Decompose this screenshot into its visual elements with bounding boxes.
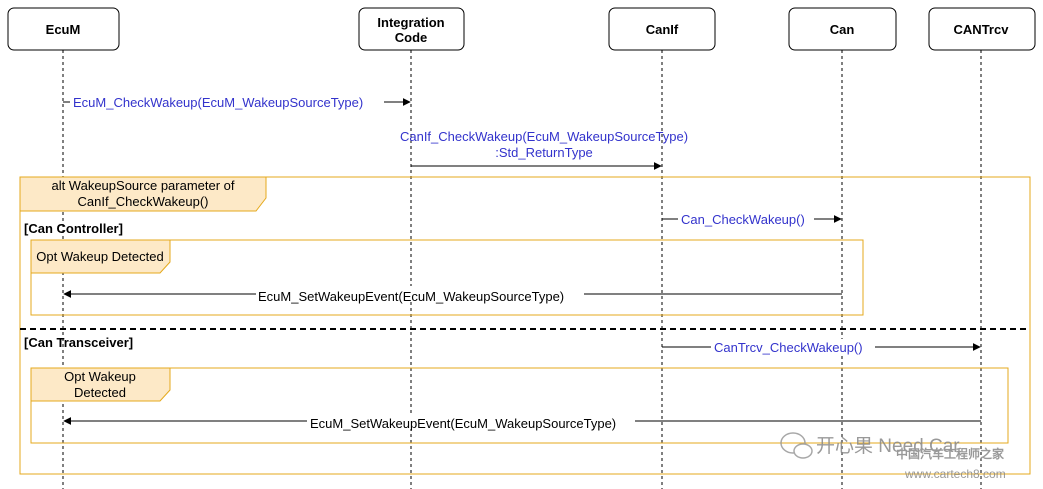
svg-text:Integration: Integration	[377, 15, 444, 30]
opt-frame-2: Opt Wakeup Detected	[30, 367, 1009, 444]
watermark-cn: 中国汽车工程师之家	[896, 446, 1005, 461]
svg-text:CANTrcv: CANTrcv	[954, 22, 1010, 37]
participant-ecum: EcuM	[7, 7, 120, 51]
svg-text:EcuM_SetWakeupEvent(EcuM_Wakeu: EcuM_SetWakeupEvent(EcuM_WakeupSourceTyp…	[258, 289, 564, 304]
alt-frame-label-2: CanIf_CheckWakeup()	[77, 194, 208, 209]
alt-frame-label: alt WakeupSource parameter of	[51, 178, 234, 193]
participant-can: Can	[788, 7, 897, 51]
svg-text:CanIf_CheckWakeup(EcuM_WakeupS: CanIf_CheckWakeup(EcuM_WakeupSourceType)	[400, 129, 688, 144]
sequence-diagram: EcuM Integration Code CanIf Can CANTrcv …	[7, 7, 1036, 489]
message-ecum-setwakeupevent-1: EcuM_SetWakeupEvent(EcuM_WakeupSourceTyp…	[63, 286, 842, 304]
wechat-icon	[780, 432, 813, 459]
svg-text:Detected: Detected	[74, 385, 126, 400]
message-ecum-checkwakeup: EcuM_CheckWakeup(EcuM_WakeupSourceType)	[63, 94, 411, 110]
svg-text:Opt Wakeup Detected: Opt Wakeup Detected	[36, 249, 163, 264]
svg-text:Can_CheckWakeup(): Can_CheckWakeup()	[681, 212, 805, 227]
guard-can-controller: [Can Controller]	[24, 221, 123, 236]
svg-text:EcuM: EcuM	[46, 22, 81, 37]
message-canif-checkwakeup: CanIf_CheckWakeup(EcuM_WakeupSourceType)…	[400, 129, 688, 170]
svg-text:Opt Wakeup: Opt Wakeup	[64, 369, 136, 384]
svg-text:CanTrcv_CheckWakeup(): CanTrcv_CheckWakeup()	[714, 340, 863, 355]
watermark-url: www.cartech8.com	[904, 467, 1006, 481]
participant-integration-code: Integration Code	[358, 7, 465, 51]
svg-text:EcuM_CheckWakeup(EcuM_WakeupSo: EcuM_CheckWakeup(EcuM_WakeupSourceType)	[73, 95, 363, 110]
svg-text:CanIf: CanIf	[646, 22, 679, 37]
svg-text:Code: Code	[395, 30, 428, 45]
svg-text::Std_ReturnType: :Std_ReturnType	[495, 145, 593, 160]
message-ecum-setwakeupevent-2: EcuM_SetWakeupEvent(EcuM_WakeupSourceTyp…	[63, 413, 981, 431]
guard-can-transceiver: [Can Transceiver]	[24, 335, 133, 350]
svg-text:EcuM_SetWakeupEvent(EcuM_Wakeu: EcuM_SetWakeupEvent(EcuM_WakeupSourceTyp…	[310, 416, 616, 431]
message-cantrcv-checkwakeup: CanTrcv_CheckWakeup()	[662, 339, 981, 355]
svg-text:Can: Can	[830, 22, 855, 37]
participant-cantrcv: CANTrcv	[928, 7, 1036, 51]
message-can-checkwakeup: Can_CheckWakeup()	[662, 211, 842, 227]
participant-canif: CanIf	[608, 7, 716, 51]
